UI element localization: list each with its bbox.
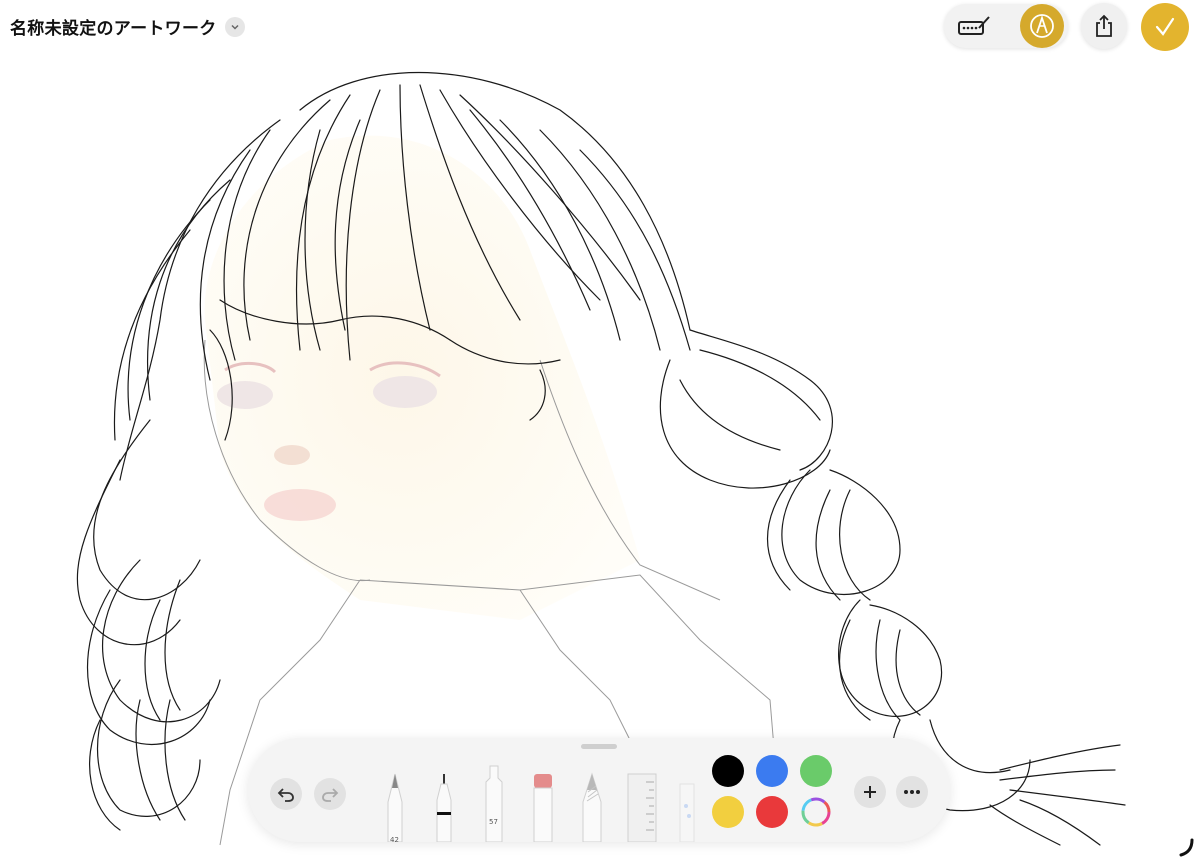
undo-icon bbox=[277, 788, 294, 802]
face-wash bbox=[204, 135, 641, 620]
color-swatch-black[interactable] bbox=[712, 755, 744, 787]
color-swatch-yellow[interactable] bbox=[712, 796, 744, 828]
marker-tool[interactable] bbox=[481, 764, 507, 842]
share-button[interactable] bbox=[1081, 3, 1127, 49]
resize-corner-icon bbox=[1179, 838, 1194, 857]
pencil-tip-icon bbox=[1030, 14, 1054, 38]
pen-tool[interactable] bbox=[383, 772, 407, 842]
add-tool-button[interactable] bbox=[854, 776, 886, 808]
chevron-down-icon[interactable] bbox=[224, 16, 245, 37]
markup-button[interactable] bbox=[954, 12, 996, 40]
document-title[interactable]: 名称未設定のアートワーク bbox=[10, 14, 217, 39]
hand-drawing-icon bbox=[958, 16, 990, 35]
color-wheel-icon bbox=[801, 797, 831, 827]
ellipsis-icon bbox=[904, 790, 920, 794]
title-bar: 名称未設定のアートワーク bbox=[10, 14, 245, 39]
palette-grabber[interactable] bbox=[581, 744, 617, 749]
eraser-tool[interactable] bbox=[531, 772, 555, 842]
color-swatch-red[interactable] bbox=[756, 796, 788, 828]
pencil-tool[interactable] bbox=[580, 772, 604, 842]
more-button[interactable] bbox=[896, 776, 928, 808]
undo-button[interactable] bbox=[270, 778, 302, 810]
monoline-tool[interactable] bbox=[432, 772, 456, 842]
plus-icon bbox=[864, 786, 876, 798]
pen-width-label: 42 bbox=[390, 836, 399, 842]
tool-palette[interactable]: 42 57 bbox=[248, 738, 950, 842]
color-swatch-blue[interactable] bbox=[756, 755, 788, 787]
done-button[interactable] bbox=[1141, 3, 1189, 51]
ruler-tool[interactable] bbox=[626, 772, 658, 842]
marker-width-label: 57 bbox=[489, 818, 498, 826]
pen-mode-button[interactable] bbox=[1020, 4, 1064, 48]
color-picker-button[interactable] bbox=[800, 796, 832, 828]
fill-tool[interactable] bbox=[676, 782, 698, 842]
color-swatch-green[interactable] bbox=[800, 755, 832, 787]
share-icon bbox=[1096, 14, 1112, 37]
checkmark-icon bbox=[1155, 17, 1175, 36]
redo-button[interactable] bbox=[314, 778, 346, 810]
redo-icon bbox=[322, 788, 339, 802]
